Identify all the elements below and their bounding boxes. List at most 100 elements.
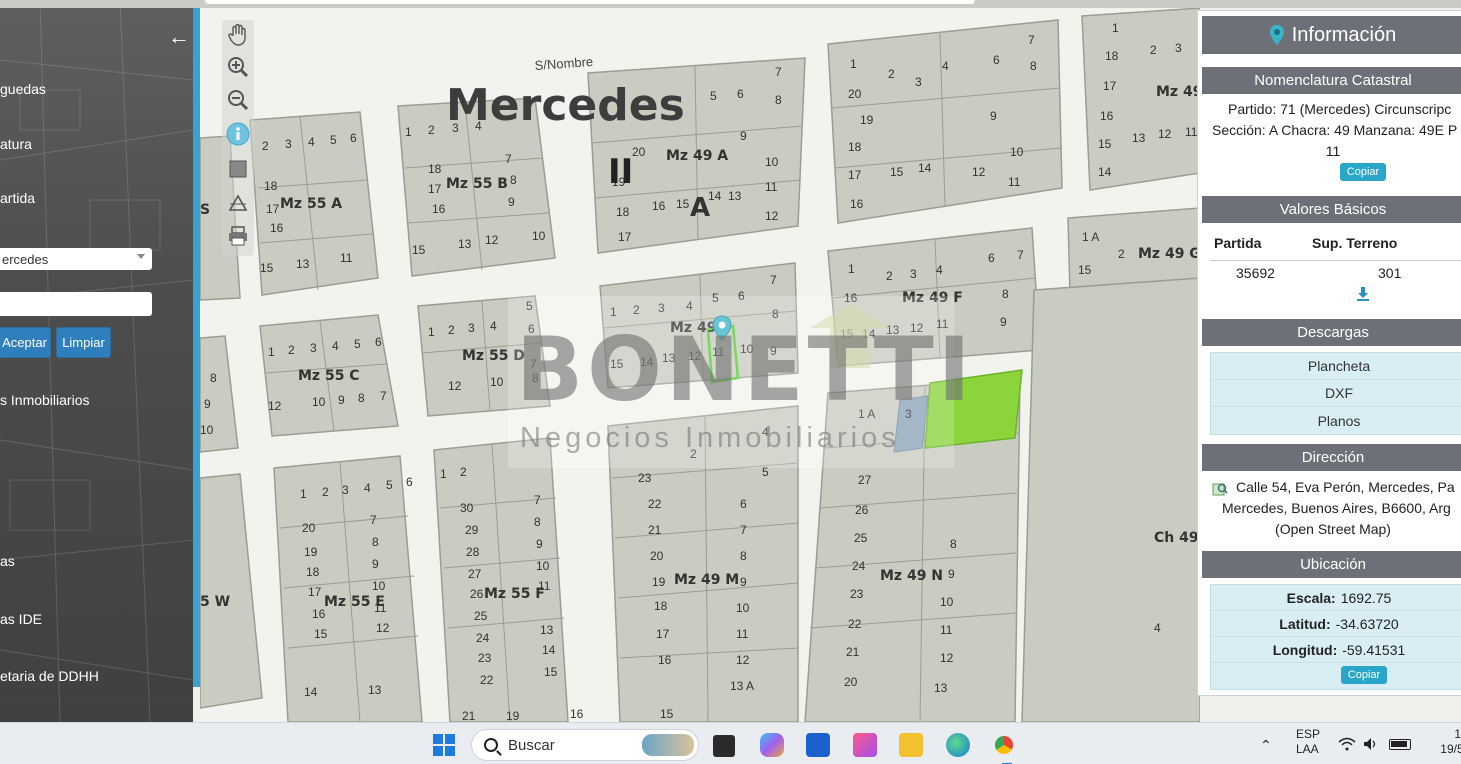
svg-text:5: 5 (712, 291, 719, 305)
sidebar-item-nomenclatura[interactable]: atura (0, 136, 32, 152)
svg-text:25: 25 (854, 531, 868, 545)
map-block-label: S (200, 202, 210, 218)
svg-text:10: 10 (200, 423, 214, 437)
chrome-icon[interactable] (992, 733, 1016, 757)
map-search-icon (1212, 481, 1228, 497)
chevron-up-icon[interactable]: ⌃ (1260, 737, 1272, 754)
zoom-out-icon[interactable] (225, 87, 251, 113)
road-label: S/Nombre (534, 54, 593, 73)
partida-input[interactable] (0, 292, 152, 316)
store-icon[interactable] (806, 733, 830, 757)
cadastral-map[interactable]: 23456 18171615 13 11 1234 18171615 13 12 10 7… (200, 8, 1200, 722)
svg-text:3: 3 (1175, 41, 1182, 55)
download-icon[interactable] (1356, 287, 1370, 301)
battery-icon[interactable] (1389, 739, 1411, 750)
svg-text:13: 13 (886, 323, 900, 337)
svg-text:9: 9 (1000, 315, 1007, 329)
photos-icon[interactable] (853, 733, 877, 757)
sidebar-item-capas[interactable]: as (0, 553, 15, 569)
map-block-label: Ch 49 (1154, 530, 1199, 546)
svg-text:6: 6 (988, 251, 995, 265)
svg-text:8: 8 (950, 537, 957, 551)
svg-text:3: 3 (310, 341, 317, 355)
map-block-label: Mz 49 M (674, 572, 739, 588)
pan-hand-icon[interactable] (225, 22, 251, 48)
download-plancheta[interactable]: Plancheta (1211, 353, 1461, 380)
sidebar-item-inmobiliarios[interactable]: s Inmobiliarios (0, 392, 89, 408)
svg-text:15: 15 (412, 243, 426, 257)
svg-text:23: 23 (850, 587, 864, 601)
address-bar[interactable] (205, 0, 975, 4)
svg-text:16: 16 (850, 197, 864, 211)
svg-text:13: 13 (728, 189, 742, 203)
map-block-label: Mz 55 A (280, 196, 342, 212)
svg-text:2: 2 (460, 465, 467, 479)
svg-text:21: 21 (648, 523, 662, 537)
valores-header: Valores Básicos (1202, 196, 1461, 223)
measure-icon[interactable] (225, 190, 251, 216)
svg-text:9: 9 (770, 344, 777, 358)
svg-text:18: 18 (848, 140, 862, 154)
copy-nomenclatura-button[interactable]: Copiar (1340, 163, 1386, 181)
info-icon[interactable] (225, 121, 251, 147)
language-code: ESP (1296, 727, 1321, 741)
svg-text:2: 2 (448, 323, 455, 337)
sidebar-item-busquedas[interactable]: guedas (0, 81, 46, 97)
svg-text:1 A: 1 A (1082, 230, 1099, 244)
direccion-line1: Calle 54, Eva Perón, Mercedes, Pa (1236, 479, 1455, 495)
direccion-line2: Mercedes, Buenos Aires, B6600, Arg (1222, 500, 1451, 516)
edge-icon[interactable] (946, 733, 970, 757)
sidebar-item-partida[interactable]: artida (0, 190, 35, 206)
svg-text:4: 4 (1154, 621, 1161, 635)
file-explorer-icon[interactable] (899, 733, 923, 757)
zoom-in-icon[interactable] (225, 54, 251, 80)
svg-text:3: 3 (285, 137, 292, 151)
svg-text:11: 11 (712, 345, 725, 359)
svg-text:15: 15 (610, 357, 624, 371)
svg-text:1: 1 (1112, 21, 1119, 35)
download-dxf[interactable]: DXF (1211, 380, 1461, 407)
svg-text:15: 15 (260, 261, 274, 275)
svg-text:12: 12 (736, 653, 750, 667)
svg-text:10: 10 (740, 342, 754, 356)
superficie-value: 301 (1378, 265, 1402, 281)
svg-text:7: 7 (775, 65, 782, 79)
partido-select[interactable]: ercedes (0, 248, 152, 270)
search-highlight-image (642, 734, 694, 756)
clock[interactable]: 1 19/5/ (1427, 727, 1461, 757)
svg-text:1: 1 (440, 467, 447, 481)
task-view-icon[interactable] (713, 735, 735, 757)
svg-text:2: 2 (886, 269, 893, 283)
accept-button[interactable]: Aceptar (0, 327, 51, 358)
svg-text:8: 8 (510, 173, 517, 187)
language-indicator[interactable]: ESP LAA (1296, 727, 1320, 757)
map-canvas[interactable]: 23456 18 17 16 15 13 11 1234 18 17 16 15 13 12 10 7… (200, 8, 1200, 722)
copy-coordinates-button[interactable]: Copiar (1341, 666, 1387, 684)
download-planos[interactable]: Planos (1211, 407, 1461, 434)
svg-text:4: 4 (942, 59, 949, 73)
windows-start-icon[interactable] (432, 733, 456, 757)
collapse-arrow-icon[interactable]: ← (168, 26, 190, 48)
longitud-label: Longitud: (1272, 641, 1338, 658)
nomenclatura-line3: 11 (1325, 143, 1341, 159)
svg-text:14: 14 (542, 643, 556, 657)
sidebar-item-ddhh[interactable]: etaria de DDHH (0, 668, 99, 684)
volume-icon[interactable] (1363, 737, 1379, 751)
ubicacion-list: Escala: 1692.75 Latitud: -34.63720 Longitu… (1210, 584, 1461, 690)
svg-text:26: 26 (470, 587, 484, 601)
sidebar-item-capas-ide[interactable]: as IDE (0, 611, 42, 627)
location-pin-icon (1269, 25, 1284, 45)
select-area-icon[interactable] (225, 156, 251, 182)
copilot-icon[interactable] (760, 733, 784, 757)
svg-text:2: 2 (888, 67, 895, 81)
svg-text:12: 12 (485, 233, 499, 247)
block-left-bottom (200, 473, 263, 709)
map-block-label: Mz 49 (1156, 84, 1200, 100)
clear-button[interactable]: Limpiar (56, 327, 111, 358)
wifi-icon[interactable] (1338, 737, 1356, 751)
direccion-line3: (Open Street Map) (1275, 521, 1391, 537)
svg-text:9: 9 (740, 575, 747, 589)
map-block-label: Mz 49 G (1138, 246, 1200, 262)
taskbar-search[interactable]: Buscar (471, 729, 699, 761)
print-icon[interactable] (225, 223, 251, 249)
